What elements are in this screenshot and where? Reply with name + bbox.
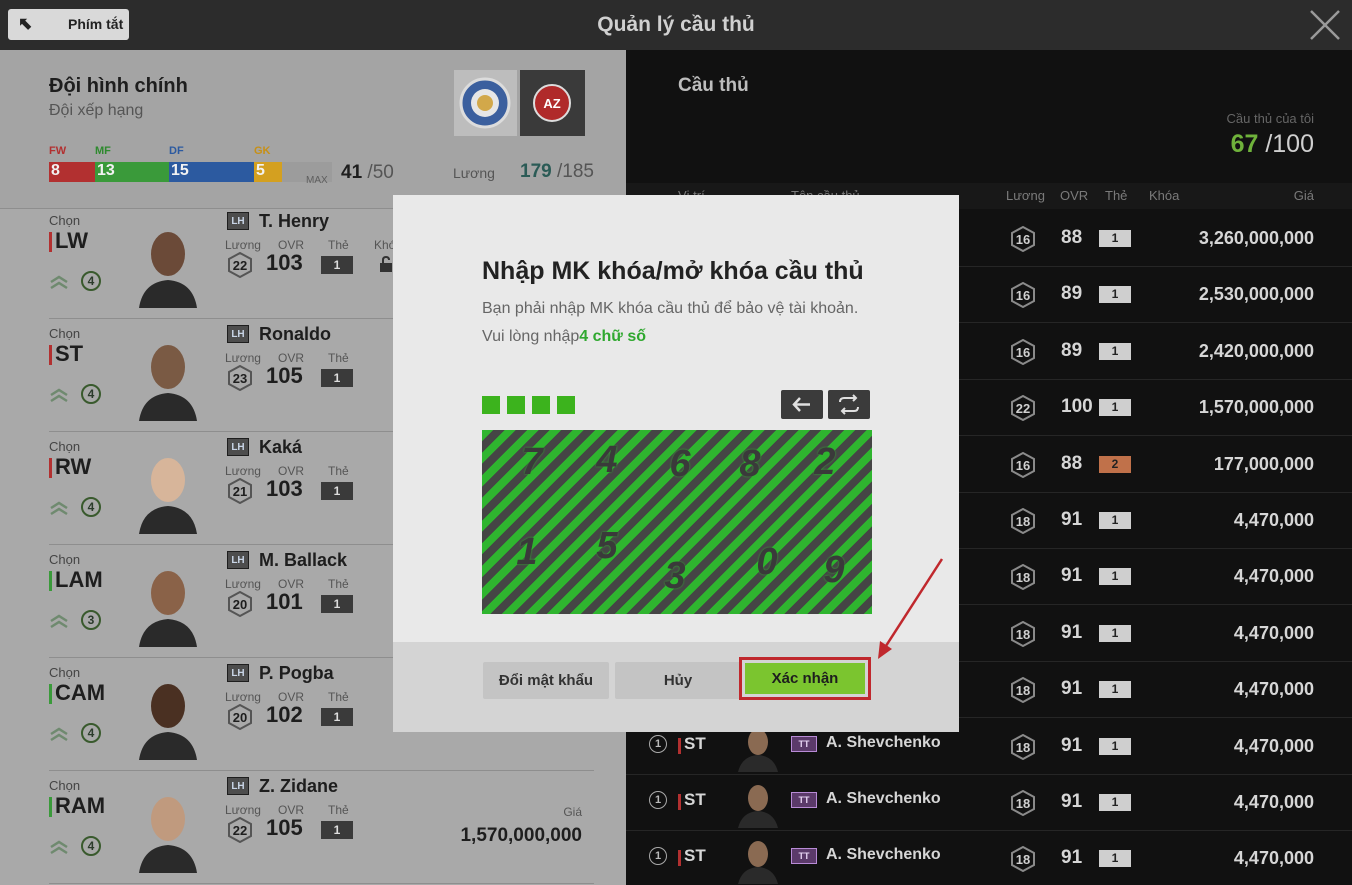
annotation-arrow-icon bbox=[878, 558, 944, 659]
confirm-button[interactable]: Xác nhận bbox=[745, 663, 865, 694]
key[interactable]: 1 bbox=[497, 520, 557, 584]
key[interactable]: 9 bbox=[804, 538, 864, 602]
pin-dot bbox=[482, 396, 500, 414]
key[interactable]: 5 bbox=[577, 514, 637, 578]
pin-dot bbox=[557, 396, 575, 414]
key[interactable]: 7 bbox=[502, 430, 562, 494]
shuffle-icon bbox=[839, 394, 859, 415]
cancel-button[interactable]: Hủy bbox=[615, 662, 741, 699]
key[interactable]: 8 bbox=[720, 432, 780, 496]
backspace-button[interactable] bbox=[781, 390, 823, 419]
top-bar: ⬉ Phím tắt Quản lý cầu thủ bbox=[0, 0, 1352, 50]
key[interactable]: 6 bbox=[650, 432, 710, 496]
left-arrow-icon bbox=[792, 397, 810, 412]
hint-text: Vui lòng nhập bbox=[482, 328, 580, 345]
key[interactable]: 4 bbox=[577, 430, 637, 492]
keypad: 7 4 6 8 2 1 5 3 0 9 bbox=[482, 430, 872, 614]
key[interactable]: 0 bbox=[737, 530, 797, 594]
dialog-description: Bạn phải nhập MK khóa cầu thủ để bảo vệ … bbox=[482, 300, 859, 317]
change-password-button[interactable]: Đổi mật khẩu bbox=[483, 662, 609, 699]
hint-highlight: 4 chữ số bbox=[579, 328, 646, 345]
pin-dot bbox=[507, 396, 525, 414]
page-title: Quản lý cầu thủ bbox=[597, 13, 755, 36]
shuffle-button[interactable] bbox=[828, 390, 870, 419]
dialog-hint: Vui lòng nhập4 chữ số bbox=[482, 328, 646, 346]
key[interactable]: 2 bbox=[795, 430, 855, 494]
key[interactable]: 3 bbox=[645, 544, 705, 608]
pin-dot bbox=[532, 396, 550, 414]
confirm-highlight-box: Xác nhận bbox=[739, 657, 871, 700]
dialog-title: Nhập MK khóa/mở khóa cầu thủ bbox=[482, 257, 864, 285]
close-icon[interactable] bbox=[1306, 6, 1344, 44]
